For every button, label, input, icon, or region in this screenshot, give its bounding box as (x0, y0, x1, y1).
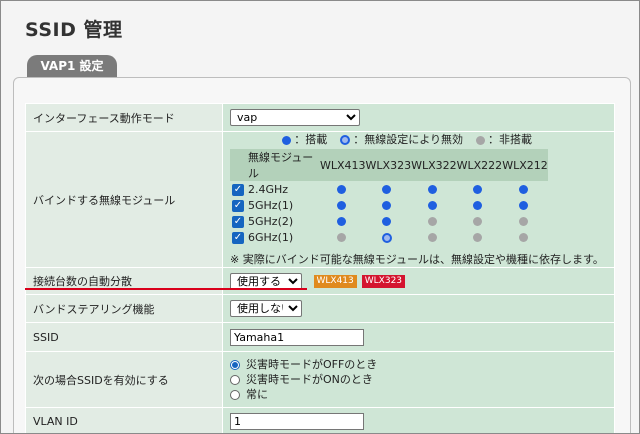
row-ssid: SSID (25, 322, 615, 352)
interface-mode-select[interactable]: vap (230, 109, 360, 126)
module-legend: ：搭載 ：無線設定により無効 ：非搭載 (230, 132, 614, 148)
radio-unselected[interactable] (230, 375, 240, 385)
ssid-enable-option-label: 災害時モードがOFFのとき (246, 358, 378, 371)
band-name: 2.4GHz (248, 182, 289, 196)
model-badge-wlx323: WLX323 (361, 275, 406, 288)
model-header: WLX322 (411, 149, 457, 181)
page-title: SSID 管理 (25, 19, 123, 41)
module-status-dot-icon (473, 233, 483, 242)
settings-table: インターフェース動作モード vap バインドする無線モジュール ：搭載 ：無線設… (25, 103, 615, 433)
module-status-dot-icon (382, 185, 392, 194)
row-vlan-id: VLAN ID (25, 407, 615, 433)
band-name: 6GHz(1) (248, 230, 294, 244)
module-status-dot-icon (518, 217, 528, 226)
ssid-enable-option-label: 災害時モードがONのとき (246, 373, 373, 386)
module-status-dot-icon (473, 217, 483, 226)
model-header: WLX413 (320, 149, 366, 181)
ssid-enable-option-1[interactable]: 災害時モードがONのとき (230, 372, 614, 387)
module-status-dot-icon (427, 201, 437, 210)
tab-vap1-settings[interactable]: VAP1 設定 (27, 55, 117, 77)
ssid-enable-option-label: 常に (246, 388, 268, 401)
band-row: ✓ 5GHz(1) (230, 197, 548, 213)
band-checkbox[interactable]: ✓ (232, 231, 244, 244)
ssid-label: SSID (25, 322, 223, 352)
band-row: ✓ 2.4GHz (230, 181, 548, 197)
row-auto-distribute: 接続台数の自動分散 使用する WLX413 WLX323 (25, 267, 615, 295)
not-mounted-dot-icon (476, 135, 485, 145)
row-ssid-enable: 次の場合SSIDを有効にする 災害時モードがOFFのとき 災害時モードがONのと… (25, 351, 615, 408)
disabled-ring-icon (340, 135, 351, 145)
module-status-dot-icon (473, 201, 483, 210)
band-steering-select[interactable]: 使用しない (230, 300, 302, 317)
legend-mounted: ：搭載 (294, 133, 328, 146)
module-status-dot-icon (336, 233, 346, 242)
module-header-row: 無線モジュール WLX413 WLX323 WLX322 WLX222 WLX2… (230, 149, 548, 181)
band-row: ✓ 6GHz(1) (230, 229, 548, 245)
module-status-dot-icon (382, 217, 392, 226)
module-header-label: 無線モジュール (246, 149, 320, 181)
module-matrix: 無線モジュール WLX413 WLX323 WLX322 WLX222 WLX2… (230, 149, 548, 245)
module-status-dot-icon (518, 201, 528, 210)
model-badge-wlx413: WLX413 (313, 275, 357, 288)
radio-unselected[interactable] (230, 390, 240, 400)
module-status-dot-icon (518, 185, 528, 194)
module-status-dot-icon (336, 217, 346, 226)
module-status-dot-icon (336, 185, 346, 194)
ssid-enable-option-0[interactable]: 災害時モードがOFFのとき (230, 357, 614, 372)
radio-selected[interactable] (230, 360, 240, 370)
ssid-enable-label: 次の場合SSIDを有効にする (25, 351, 223, 408)
model-header: WLX222 (456, 149, 503, 181)
module-status-dot-icon (427, 233, 437, 242)
band-checkbox[interactable]: ✓ (232, 183, 244, 196)
module-status-dot-icon (518, 233, 528, 242)
model-header: WLX323 (365, 149, 412, 181)
ssid-input[interactable] (230, 328, 364, 346)
band-name: 5GHz(2) (248, 214, 294, 228)
auto-distribute-label: 接続台数の自動分散 (25, 267, 223, 295)
band-checkbox[interactable]: ✓ (232, 215, 244, 228)
bind-modules-label: バインドする無線モジュール (25, 131, 223, 268)
ssid-enable-option-2[interactable]: 常に (230, 387, 614, 402)
auto-distribute-select[interactable]: 使用する (230, 272, 302, 290)
model-header: WLX212 (502, 149, 548, 181)
highlight-underline (25, 288, 307, 290)
module-note: ※ 実際にバインド可能な無線モジュールは、無線設定や機種に依存します。 (230, 253, 604, 266)
legend-disabled: ：無線設定により無効 (353, 133, 463, 146)
module-status-dot-icon (427, 185, 437, 194)
module-status-dot-icon (382, 201, 392, 210)
vlan-id-label: VLAN ID (25, 407, 223, 433)
legend-not-mounted: ：非搭載 (488, 133, 532, 146)
module-status-dot-icon (473, 185, 483, 194)
band-steering-label: バンドステアリング機能 (25, 294, 223, 323)
row-interface-mode: インターフェース動作モード vap (25, 103, 615, 132)
vlan-id-input[interactable] (230, 413, 364, 430)
module-status-dot-icon (381, 232, 392, 243)
window-frame: SSID 管理 VAP1 設定 インターフェース動作モード vap バインドする… (0, 0, 640, 434)
band-row: ✓ 5GHz(2) (230, 213, 548, 229)
band-name: 5GHz(1) (248, 198, 294, 212)
module-status-dot-icon (427, 217, 437, 226)
mounted-dot-icon (282, 135, 292, 145)
row-band-steering: バンドステアリング機能 使用しない (25, 294, 615, 323)
interface-mode-label: インターフェース動作モード (25, 103, 223, 132)
band-checkbox[interactable]: ✓ (232, 199, 244, 212)
module-status-dot-icon (336, 201, 346, 210)
row-bind-modules: バインドする無線モジュール ：搭載 ：無線設定により無効 ：非搭載 無線モジュー… (25, 131, 615, 268)
